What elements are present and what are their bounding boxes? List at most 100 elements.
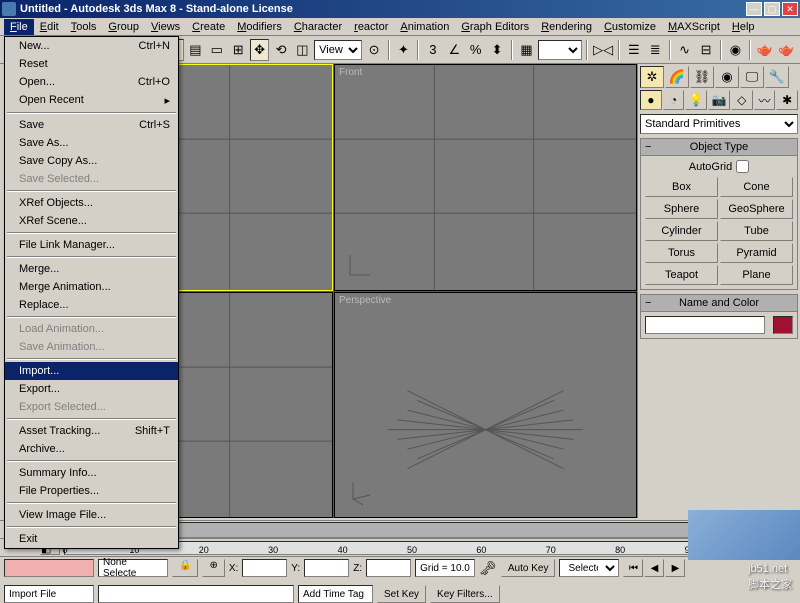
menu-create[interactable]: Create: [186, 19, 231, 35]
menu-rendering[interactable]: Rendering: [535, 19, 598, 35]
curve-editor-button[interactable]: ∿: [675, 39, 694, 61]
primitive-teapot[interactable]: Teapot: [645, 265, 718, 285]
menu-maxscript[interactable]: MAXScript: [662, 19, 726, 35]
named-sel-dropdown[interactable]: [538, 40, 582, 60]
autokey-button[interactable]: Auto Key: [501, 559, 556, 577]
file-menu-summaryinfo[interactable]: Summary Info...: [5, 464, 178, 482]
object-color-swatch[interactable]: [773, 316, 793, 334]
menu-modifiers[interactable]: Modifiers: [231, 19, 288, 35]
close-button[interactable]: ✕: [782, 2, 798, 16]
percent-snap-button[interactable]: %: [466, 39, 485, 61]
mirror-button[interactable]: ▷◁: [592, 39, 614, 61]
ref-coord-dropdown[interactable]: View: [314, 40, 362, 60]
select-rotate-button[interactable]: ⟲: [271, 39, 290, 61]
primitive-sphere[interactable]: Sphere: [645, 199, 718, 219]
menu-animation[interactable]: Animation: [394, 19, 455, 35]
schematic-button[interactable]: ⊟: [696, 39, 715, 61]
snap-toggle-button[interactable]: 3: [423, 39, 442, 61]
cameras-subtab[interactable]: 📷: [708, 90, 730, 110]
create-tab[interactable]: ✲: [640, 66, 664, 88]
file-menu-import[interactable]: Import...: [5, 362, 178, 380]
category-dropdown[interactable]: Standard Primitives: [640, 114, 798, 134]
x-input[interactable]: [242, 559, 287, 577]
file-menu-exit[interactable]: Exit: [5, 530, 178, 548]
play-button[interactable]: ▶: [665, 559, 685, 577]
utilities-tab[interactable]: 🔧: [765, 66, 789, 88]
layers-button[interactable]: ≣: [646, 39, 665, 61]
primitive-cylinder[interactable]: Cylinder: [645, 221, 718, 241]
minimize-button[interactable]: —: [746, 2, 762, 16]
pivot-button[interactable]: ⊙: [364, 39, 383, 61]
menu-file[interactable]: File: [4, 19, 34, 35]
file-menu-assettracking[interactable]: Asset Tracking...Shift+T: [5, 422, 178, 440]
primitive-pyramid[interactable]: Pyramid: [720, 243, 793, 263]
systems-subtab[interactable]: ✱: [776, 90, 798, 110]
primitive-geosphere[interactable]: GeoSphere: [720, 199, 793, 219]
angle-snap-button[interactable]: ∠: [445, 39, 464, 61]
prev-frame-button[interactable]: ◀: [644, 559, 664, 577]
primitive-box[interactable]: Box: [645, 177, 718, 197]
object-name-input[interactable]: [645, 316, 765, 334]
add-time-tag[interactable]: Add Time Tag: [298, 585, 373, 603]
menu-edit[interactable]: Edit: [34, 19, 65, 35]
coord-display-toggle[interactable]: ⊕: [202, 559, 224, 577]
file-menu-xrefscene[interactable]: XRef Scene...: [5, 212, 178, 230]
file-menu-reset[interactable]: Reset: [5, 55, 178, 73]
select-name-button[interactable]: ▤: [186, 39, 205, 61]
manipulate-button[interactable]: ✦: [394, 39, 413, 61]
lights-subtab[interactable]: 💡: [685, 90, 707, 110]
file-menu-fileproperties[interactable]: File Properties...: [5, 482, 178, 500]
autogrid-checkbox[interactable]: [736, 160, 749, 173]
menu-customize[interactable]: Customize: [598, 19, 662, 35]
menu-help[interactable]: Help: [726, 19, 761, 35]
file-menu-merge[interactable]: Merge...: [5, 260, 178, 278]
maximize-button[interactable]: ▢: [764, 2, 780, 16]
file-menu-export[interactable]: Export...: [5, 380, 178, 398]
window-crossing-button[interactable]: ⊞: [228, 39, 247, 61]
spinner-snap-button[interactable]: ⬍: [487, 39, 506, 61]
shapes-subtab[interactable]: ◔: [663, 90, 685, 110]
material-editor-button[interactable]: ◉: [726, 39, 745, 61]
key-filters-button[interactable]: Key Filters...: [430, 585, 500, 603]
z-input[interactable]: [366, 559, 411, 577]
keymode-dropdown[interactable]: Selected: [559, 559, 619, 577]
menu-group[interactable]: Group: [102, 19, 145, 35]
motion-tab[interactable]: ◉: [715, 66, 739, 88]
viewport-perspective[interactable]: Perspective: [334, 292, 637, 519]
file-menu-mergeanimation[interactable]: Merge Animation...: [5, 278, 178, 296]
spacewarps-subtab[interactable]: 〰: [754, 90, 776, 110]
viewport-front[interactable]: Front: [334, 64, 637, 291]
align-button[interactable]: ☰: [624, 39, 643, 61]
file-menu-open[interactable]: Open...Ctrl+O: [5, 73, 178, 91]
file-menu-save[interactable]: SaveCtrl+S: [5, 116, 178, 134]
menu-reactor[interactable]: reactor: [348, 19, 394, 35]
hierarchy-tab[interactable]: ⛓: [690, 66, 714, 88]
file-menu-openrecent[interactable]: Open Recent: [5, 91, 178, 110]
goto-start-button[interactable]: ⏮: [623, 559, 643, 577]
lock-selection-button[interactable]: 🔒: [172, 559, 198, 577]
y-input[interactable]: [304, 559, 349, 577]
select-move-button[interactable]: ✥: [250, 39, 269, 61]
object-type-header[interactable]: Object Type: [640, 138, 798, 156]
geometry-subtab[interactable]: ●: [640, 90, 662, 110]
primitive-torus[interactable]: Torus: [645, 243, 718, 263]
file-menu-xrefobjects[interactable]: XRef Objects...: [5, 194, 178, 212]
primitive-cone[interactable]: Cone: [720, 177, 793, 197]
file-menu-filelinkmanager[interactable]: File Link Manager...: [5, 236, 178, 254]
select-scale-button[interactable]: ◫: [293, 39, 312, 61]
primitive-plane[interactable]: Plane: [720, 265, 793, 285]
file-menu-savecopyas[interactable]: Save Copy As...: [5, 152, 178, 170]
file-menu-replace[interactable]: Replace...: [5, 296, 178, 314]
menu-views[interactable]: Views: [145, 19, 186, 35]
file-menu-viewimagefile[interactable]: View Image File...: [5, 506, 178, 524]
helpers-subtab[interactable]: ◇: [731, 90, 753, 110]
file-menu-new[interactable]: New...Ctrl+N: [5, 37, 178, 55]
file-menu-saveas[interactable]: Save As...: [5, 134, 178, 152]
name-color-header[interactable]: Name and Color: [640, 294, 798, 312]
menu-grapheditors[interactable]: Graph Editors: [455, 19, 535, 35]
modify-tab[interactable]: 🌈: [665, 66, 689, 88]
menu-character[interactable]: Character: [288, 19, 348, 35]
file-menu-archive[interactable]: Archive...: [5, 440, 178, 458]
menu-tools[interactable]: Tools: [65, 19, 103, 35]
quick-render-button[interactable]: 🫖: [777, 39, 796, 61]
